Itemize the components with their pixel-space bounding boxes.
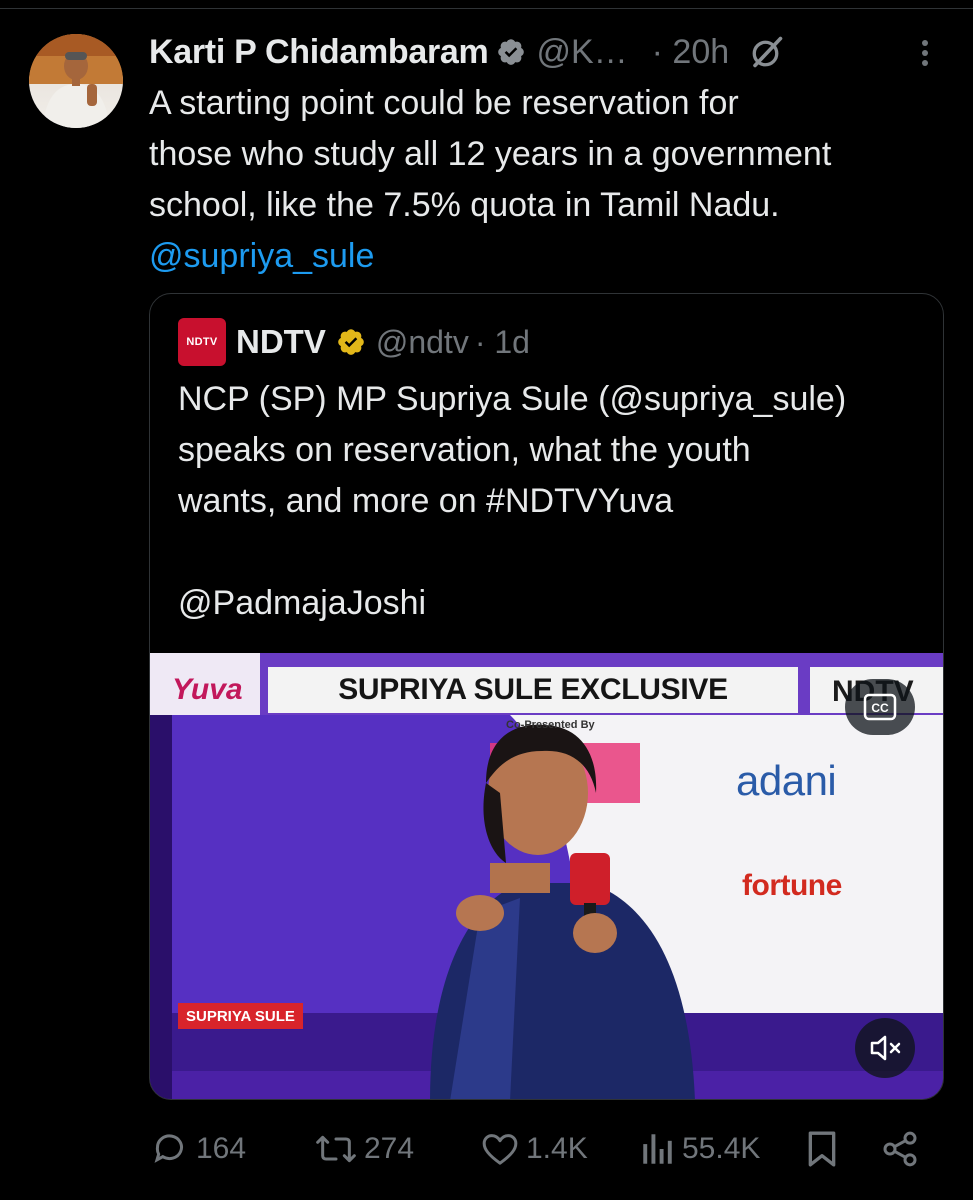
views-button[interactable]: 55.4K [640, 1122, 760, 1176]
author-handle[interactable]: @K… [536, 33, 627, 72]
reply-count: 164 [196, 1132, 247, 1165]
tweet-time[interactable]: · 20h [652, 33, 730, 72]
more-icon[interactable] [919, 38, 931, 68]
quoted-author-handle[interactable]: @ndtv [376, 324, 469, 361]
mute-button[interactable] [855, 1018, 915, 1078]
repost-count: 274 [364, 1132, 415, 1165]
video-co-presented-text: Co-Presented By [506, 719, 595, 731]
quoted-tweet-text: NCP (SP) MP Supriya Sule (@supriya_sule)… [178, 374, 918, 629]
repost-icon [316, 1135, 356, 1163]
ndtv-logo: NDTV [178, 318, 226, 366]
like-icon [482, 1134, 518, 1165]
quoted-author-name[interactable]: NDTV [236, 323, 326, 361]
video-player[interactable]: Yuva NDTV SUPRIYA SULE EXCLUSIVE Co-Pres… [150, 653, 943, 1099]
tweet-header: Karti P Chidambaram @K… · 20h [149, 28, 949, 76]
reply-button[interactable]: 164 [150, 1122, 246, 1176]
captions-button[interactable]: CC [845, 679, 915, 735]
author-name[interactable]: Karti P Chidambaram [149, 33, 489, 72]
video-brand-fortune: fortune [742, 869, 842, 902]
video-name-strip: SUPRIYA SULE [178, 1003, 303, 1029]
mute-icon [870, 1035, 901, 1061]
action-bar: 164 274 1.4K 55.4K [150, 1122, 930, 1176]
quoted-tweet-body: NCP (SP) MP Supriya Sule (@supriya_sule)… [178, 380, 847, 622]
tweet-text-line: A starting point could be reservation fo… [149, 84, 739, 122]
svg-text:Yuva: Yuva [172, 673, 243, 706]
mention-link[interactable]: @supriya_sule [149, 231, 949, 282]
bookmark-icon [808, 1131, 836, 1167]
views-count: 55.4K [682, 1132, 761, 1165]
svg-text:CC: CC [871, 701, 889, 715]
views-icon [643, 1134, 672, 1164]
quoted-tweet-card[interactable]: NDTV NDTV @ndtv · 1d NCP (SP) MP Supriya… [149, 293, 944, 1100]
like-button[interactable]: 1.4K [480, 1122, 588, 1176]
quoted-tweet-time[interactable]: · 1d [475, 324, 530, 361]
avatar[interactable] [29, 34, 123, 128]
video-banner-title: SUPRIYA SULE EXCLUSIVE [268, 667, 798, 713]
grok-icon[interactable] [749, 34, 785, 70]
like-count: 1.4K [526, 1132, 588, 1165]
verified-badge-icon [498, 39, 525, 65]
tweet-text: A starting point could be reservation fo… [149, 78, 949, 282]
share-icon [883, 1131, 917, 1167]
reply-icon [154, 1134, 183, 1163]
video-brand-adani: adani [736, 757, 837, 804]
divider [0, 8, 973, 9]
share-button[interactable] [880, 1122, 920, 1176]
quoted-tweet-header: NDTV NDTV @ndtv · 1d [178, 318, 530, 366]
verified-badge-icon [338, 329, 364, 355]
tweet-text-line: those who study all 12 years in a govern… [149, 135, 832, 173]
bookmark-button[interactable] [804, 1122, 840, 1176]
repost-button[interactable]: 274 [314, 1122, 414, 1176]
cc-icon: CC [863, 693, 897, 721]
tweet-text-line: school, like the 7.5% quota in Tamil Nad… [149, 186, 780, 224]
